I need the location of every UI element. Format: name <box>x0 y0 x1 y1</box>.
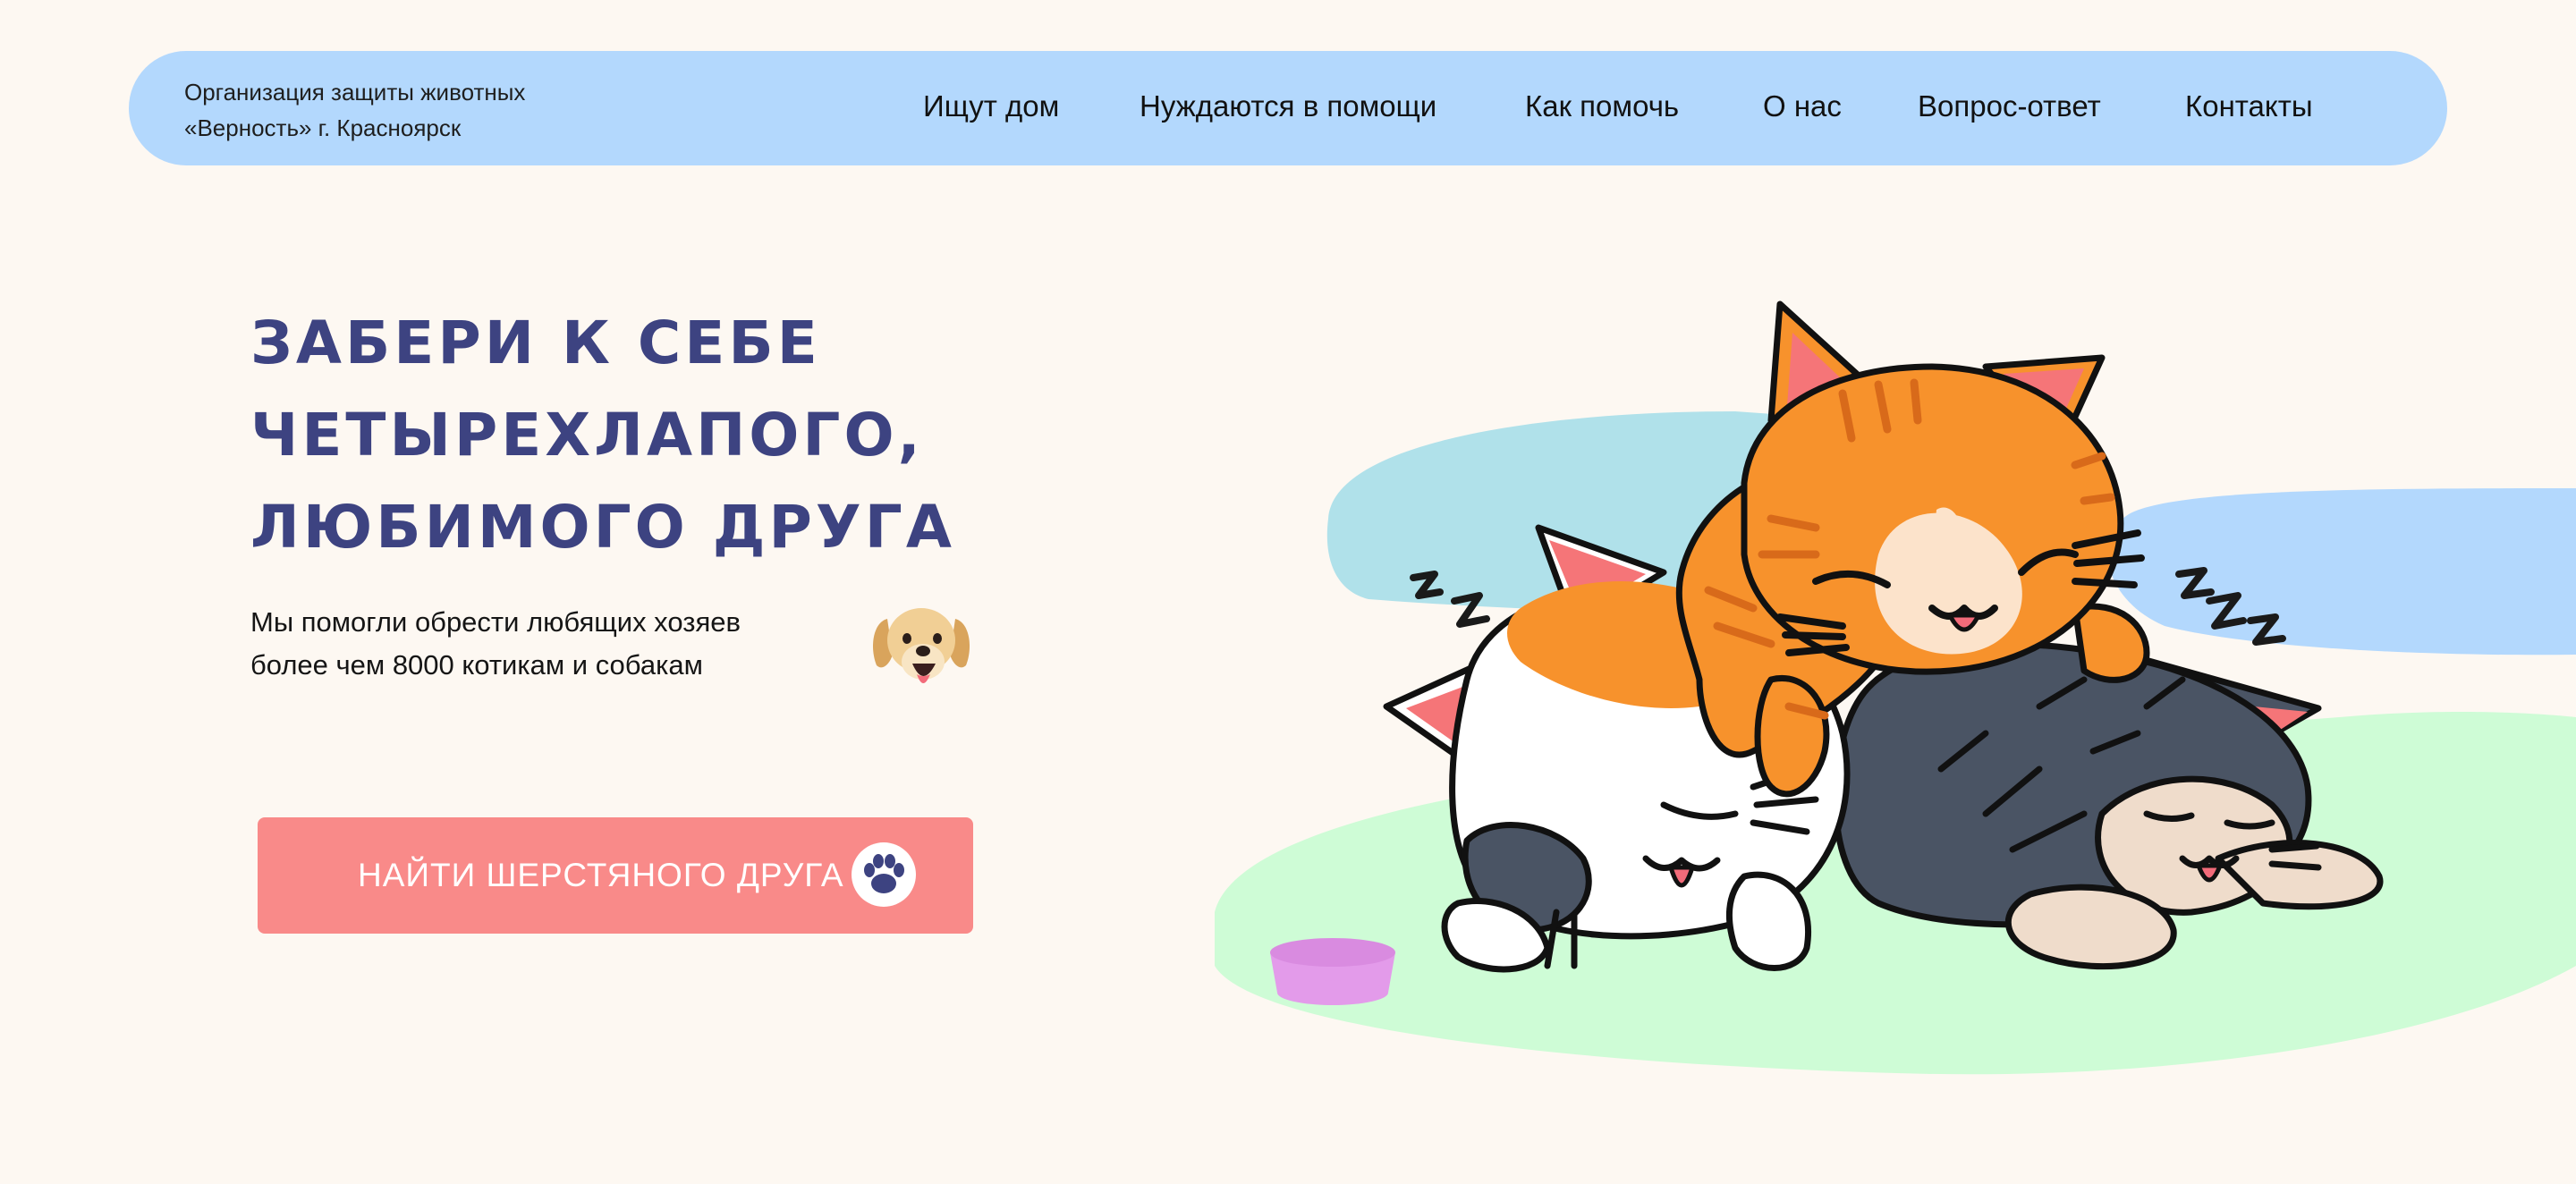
paw-icon <box>852 842 916 907</box>
hero-title-line3: любимого друга <box>250 493 955 562</box>
nav-item-how-to-help[interactable]: Как помочь <box>1525 87 1679 126</box>
hero-subtitle-line1: Мы помогли обрести любящих хозяев <box>250 606 741 638</box>
dog-face-icon <box>873 608 970 683</box>
hero-title-line1: Забери к себе <box>250 309 821 377</box>
org-name-line1: Организация защиты животных <box>184 79 526 106</box>
hero-title-line2: четырехлапого, <box>250 401 924 469</box>
find-friend-button[interactable]: НАЙТИ ШЕРСТЯНОГО ДРУГА <box>258 817 973 934</box>
sleeping-cats-illustration <box>1215 300 2576 1075</box>
hero-title: Забери к себе четырехлапого, любимого др… <box>250 297 955 573</box>
org-name-line2: «Верность» г. Красноярск <box>184 114 462 141</box>
nav-item-about-us[interactable]: О нас <box>1763 87 1842 126</box>
org-name[interactable]: Организация защиты животных «Верность» г… <box>184 74 525 146</box>
hero-subtitle-line2: более чем 8000 котикам и собакам <box>250 649 703 681</box>
find-friend-button-label: НАЙТИ ШЕРСТЯНОГО ДРУГА <box>358 857 844 893</box>
nav-item-looking-for-home[interactable]: Ищут дом <box>923 87 1059 126</box>
nav-item-contacts[interactable]: Контакты <box>2185 87 2313 126</box>
hero-subtitle: Мы помогли обрести любящих хозяев более … <box>250 601 741 687</box>
nav-item-faq[interactable]: Вопрос-ответ <box>1918 87 2101 126</box>
site-header: Организация защиты животных «Верность» г… <box>129 51 2447 165</box>
nav-item-need-help[interactable]: Нуждаются в помощи <box>1140 87 1436 126</box>
pet-bowl <box>1270 938 1395 1005</box>
